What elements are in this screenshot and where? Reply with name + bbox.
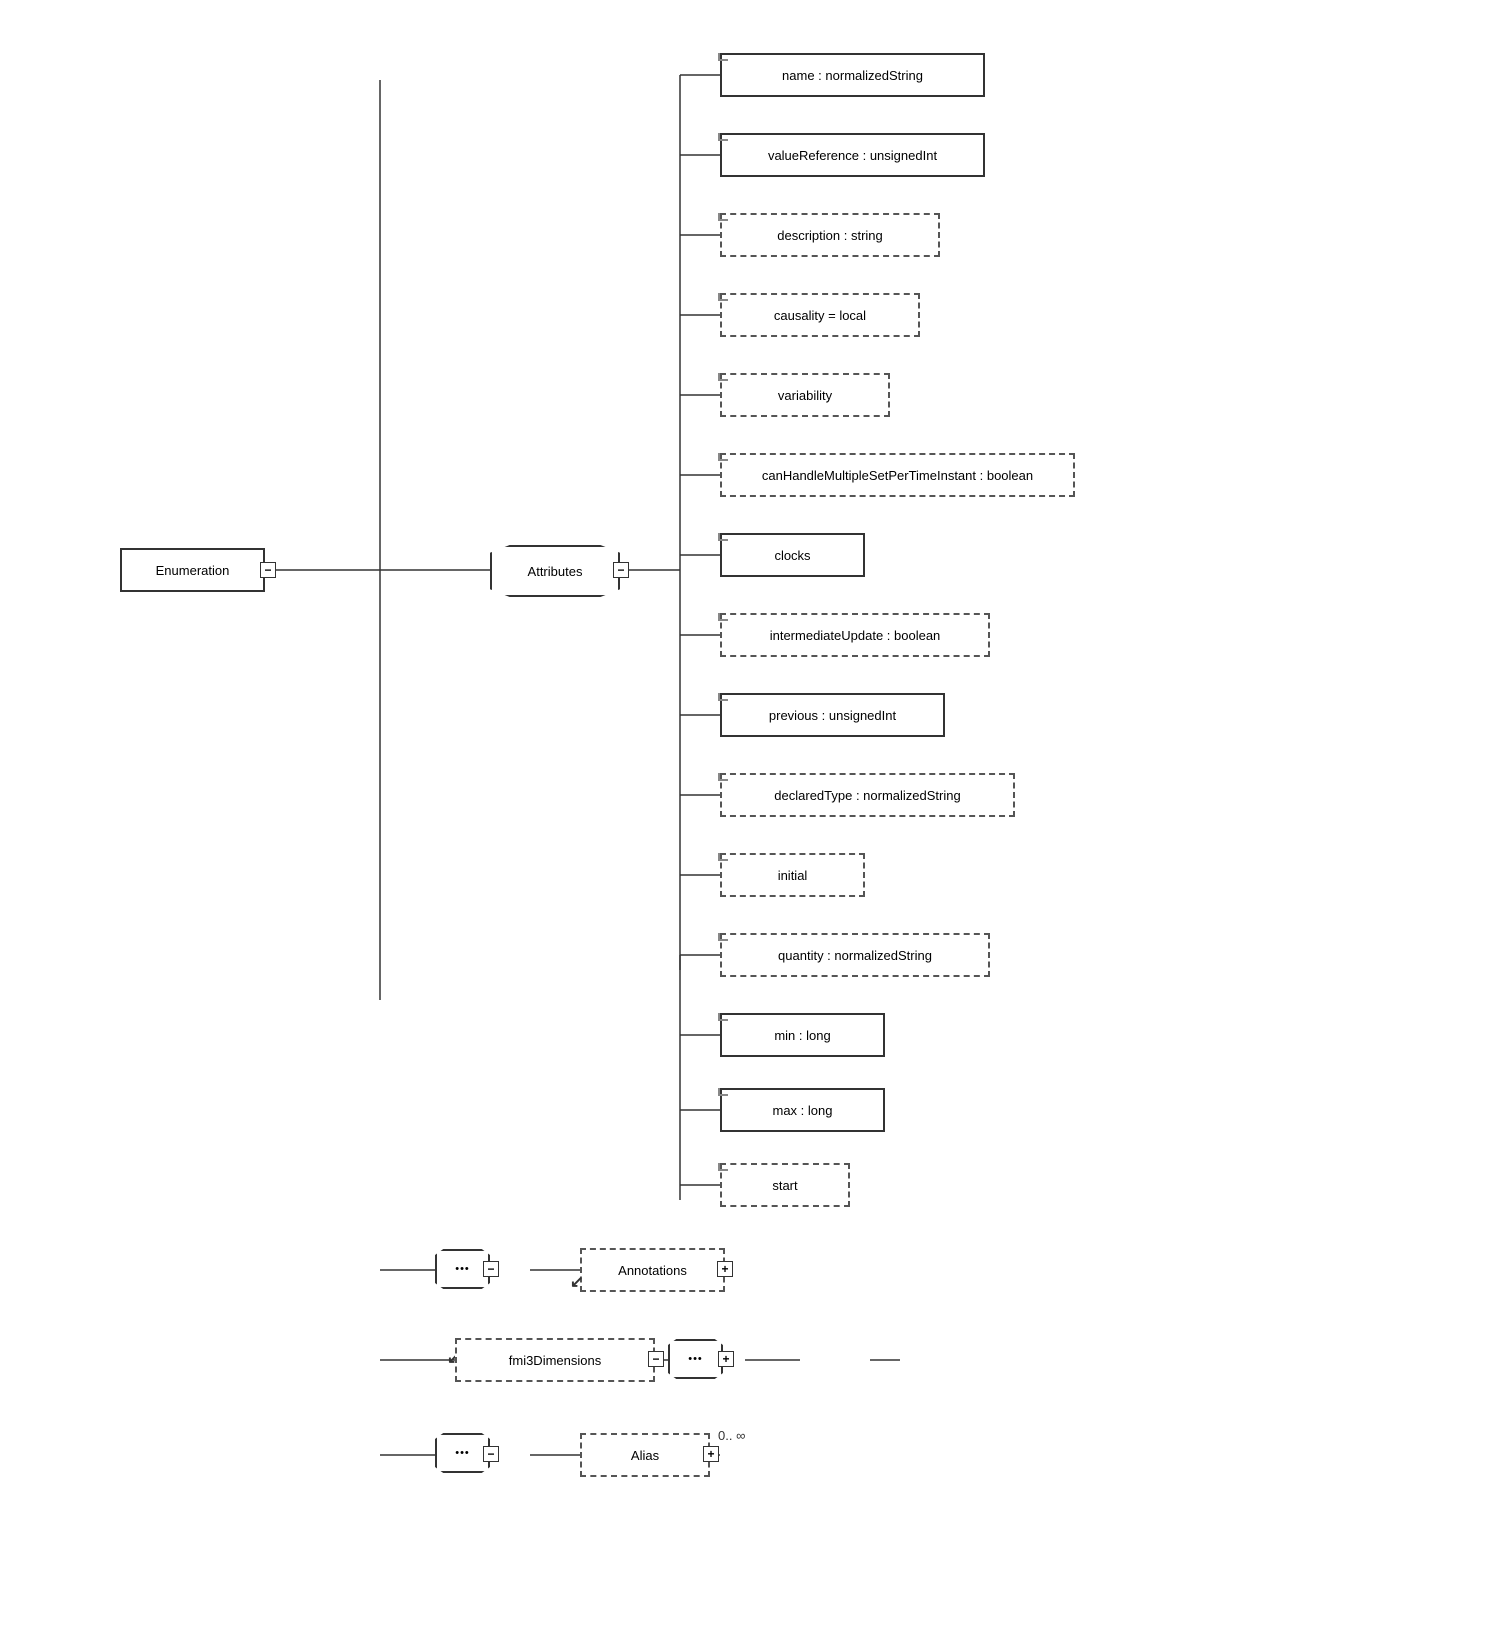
initial-node: initial (720, 853, 865, 897)
start-corner (718, 1163, 728, 1171)
initial-corner (718, 853, 728, 861)
variability-corner (718, 373, 728, 381)
desc-corner (718, 213, 728, 221)
description-node: description : string (720, 213, 940, 257)
alias-node: Alias (580, 1433, 710, 1477)
name-dashed-corner (718, 53, 728, 61)
intermediate-update-node: intermediateUpdate : boolean (720, 613, 990, 657)
alias-plus[interactable]: + (703, 1446, 719, 1462)
quantity-node: quantity : normalizedString (720, 933, 990, 977)
canhandle-node: canHandleMultipleSetPerTimeInstant : boo… (720, 453, 1075, 497)
declared-type-node: declaredType : normalizedString (720, 773, 1015, 817)
start-node: start (720, 1163, 850, 1207)
fmi3dim-plus[interactable]: + (718, 1351, 734, 1367)
fmi3dim-minus[interactable]: − (648, 1351, 664, 1367)
max-node: max : long (720, 1088, 885, 1132)
attributes-label: Attributes (528, 564, 583, 579)
clocks-corner (718, 533, 728, 541)
canhandle-corner (718, 453, 728, 461)
alias-ellipsis-node: ••• (435, 1433, 490, 1473)
alias-ellipsis-minus[interactable]: − (483, 1446, 499, 1462)
annotations-ellipsis-node: ••• (435, 1249, 490, 1289)
previous-node: previous : unsignedInt (720, 693, 945, 737)
causality-corner (718, 293, 728, 301)
value-reference-node: valueReference : unsignedInt (720, 133, 985, 177)
declared-corner (718, 773, 728, 781)
name-node: name : normalizedString (720, 53, 985, 97)
attributes-minus[interactable]: − (613, 562, 629, 578)
annotations-node: Annotations (580, 1248, 725, 1292)
annotations-expand-arrow: ↙ (570, 1272, 583, 1292)
clocks-node: clocks (720, 533, 865, 577)
max-corner (718, 1088, 728, 1096)
fmi3dimensions-node: fmi3Dimensions (455, 1338, 655, 1382)
previous-corner (718, 693, 728, 701)
min-node: min : long (720, 1013, 885, 1057)
enumeration-minus[interactable]: − (260, 562, 276, 578)
annotations-ellipsis-minus[interactable]: − (483, 1261, 499, 1277)
causality-node: causality = local (720, 293, 920, 337)
min-corner (718, 1013, 728, 1021)
annotations-plus[interactable]: + (717, 1261, 733, 1277)
enumeration-node: Enumeration (120, 548, 265, 592)
variability-node: variability (720, 373, 890, 417)
quantity-corner (718, 933, 728, 941)
alias-cardinality: 0.. ∞ (718, 1428, 745, 1443)
attributes-node: Attributes (490, 545, 620, 597)
enumeration-label: Enumeration (156, 563, 230, 578)
fmi3dim-ellipsis-node: ••• (668, 1339, 723, 1379)
diagram-container: Enumeration − Attributes − name : normal… (0, 0, 1500, 1650)
vref-dashed-corner (718, 133, 728, 141)
intermediate-corner (718, 613, 728, 621)
